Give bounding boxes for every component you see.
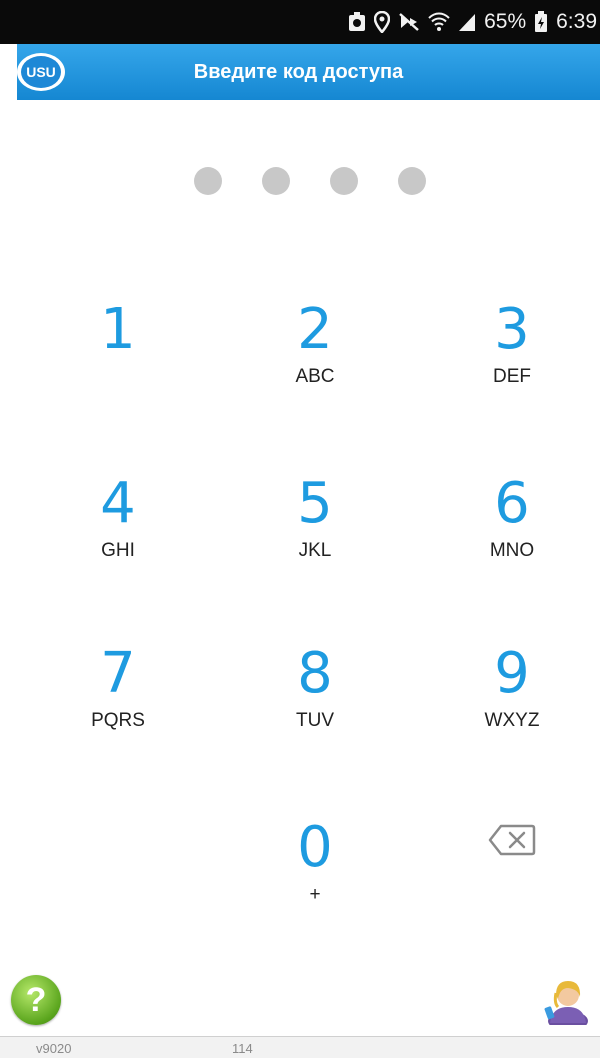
key-1[interactable]: 1 xyxy=(48,300,188,366)
key-letters: + xyxy=(309,884,321,905)
key-5[interactable]: 5 JKL xyxy=(245,474,385,562)
key-3[interactable]: 3 DEF xyxy=(442,300,582,388)
version-label: v9020 xyxy=(36,1041,72,1056)
clock: 6:39 xyxy=(556,10,597,33)
key-letters: TUV xyxy=(296,710,334,731)
key-letters: GHI xyxy=(101,540,135,561)
key-letters: DEF xyxy=(493,366,531,387)
key-letters: MNO xyxy=(489,540,535,561)
pin-indicator xyxy=(0,167,600,195)
mute-icon xyxy=(398,12,420,32)
pin-dot xyxy=(398,167,426,195)
pin-dot xyxy=(330,167,358,195)
key-2[interactable]: 2 ABC xyxy=(245,300,385,388)
key-digit: 4 xyxy=(100,471,136,536)
backspace-button[interactable] xyxy=(487,822,537,858)
key-digit: 6 xyxy=(494,471,530,536)
key-digit: 9 xyxy=(494,641,530,706)
battery-percent: 65% xyxy=(484,10,527,33)
notification-icon xyxy=(348,12,366,32)
key-digit: 8 xyxy=(297,641,333,706)
key-digit: 5 xyxy=(297,471,333,536)
key-digit: 2 xyxy=(297,297,333,362)
key-6[interactable]: 6 MNO xyxy=(442,474,582,562)
key-0[interactable]: 0 + xyxy=(245,818,385,906)
battery-icon xyxy=(534,11,548,33)
help-icon[interactable]: ? xyxy=(11,975,61,1025)
key-8[interactable]: 8 TUV xyxy=(245,644,385,732)
status-bar: 65% 6:39 xyxy=(0,0,600,44)
key-4[interactable]: 4 GHI xyxy=(48,474,188,562)
key-letters: PQRS xyxy=(91,710,145,731)
location-icon xyxy=(374,11,391,33)
app-bar: USU Введите код доступа xyxy=(17,44,600,100)
key-letters: JKL xyxy=(298,540,332,561)
key-digit: 0 xyxy=(297,815,333,880)
key-digit: 3 xyxy=(494,297,530,362)
page-title: Введите код доступа xyxy=(193,61,404,83)
key-9[interactable]: 9 WXYZ xyxy=(442,644,582,732)
key-digit: 1 xyxy=(100,297,136,362)
key-letters: WXYZ xyxy=(484,710,540,731)
key-letters: ABC xyxy=(295,366,335,387)
key-digit: 7 xyxy=(100,641,136,706)
pin-dot xyxy=(262,167,290,195)
count-label: 114 xyxy=(232,1041,253,1056)
pin-dot xyxy=(194,167,222,195)
user-support-icon[interactable] xyxy=(542,977,590,1031)
backspace-icon xyxy=(488,824,536,856)
footer: v9020 114 xyxy=(0,1036,600,1058)
wifi-icon xyxy=(428,12,450,32)
key-7[interactable]: 7 PQRS xyxy=(48,644,188,732)
status-icons: 65% 6:39 xyxy=(348,0,597,44)
signal-icon xyxy=(458,12,476,32)
